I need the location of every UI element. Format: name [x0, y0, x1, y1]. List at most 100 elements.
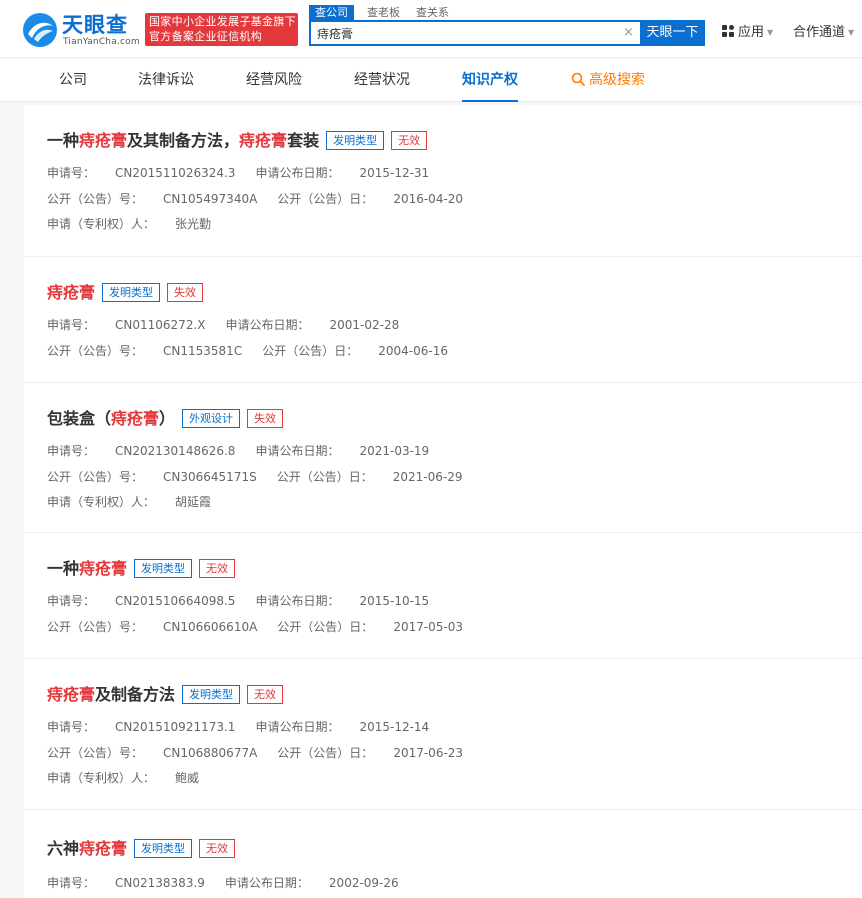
- pub-no: 公开（公告）号： CN306645171S: [47, 470, 257, 484]
- gov-badge: 国家中小企业发展子基金旗下 官方备案企业征信机构: [145, 13, 298, 46]
- patent-status-badge: 无效: [247, 685, 284, 704]
- applicant-name: 胡延霞: [175, 495, 212, 509]
- title-text: 包装盒（: [47, 409, 112, 428]
- patent-title[interactable]: 一种痔疮膏及其制备方法，痔疮膏套装 发明类型 无效: [47, 130, 428, 152]
- meta-row-applicant: 申请（专利权）人： 张光勤: [47, 217, 212, 231]
- partner-label: 合作通道: [793, 25, 846, 40]
- pub-date: 公开（公告）日： 2016-04-20: [277, 192, 464, 206]
- pub-no: 公开（公告）号： CN106606610A: [47, 620, 258, 634]
- patent-title[interactable]: 六神痔疮膏 发明类型 无效: [47, 838, 236, 860]
- patent-type-badge: 发明类型: [134, 559, 193, 578]
- title-text: ）: [159, 409, 176, 428]
- search-icon: [571, 72, 585, 86]
- title-keyword: 痔疮膏: [47, 283, 96, 302]
- logo-text: 天眼查: [62, 13, 128, 37]
- nav-advanced-label: 高级搜索: [589, 72, 645, 88]
- search-box: ×: [309, 20, 640, 46]
- app-no: 申请号： CN201511026324.3: [47, 166, 236, 180]
- nav-risk[interactable]: 经营风险: [246, 59, 302, 102]
- patent-status-badge: 失效: [167, 283, 204, 302]
- title-keyword: 痔疮膏: [79, 839, 128, 858]
- title-keyword: 痔疮膏: [79, 131, 128, 150]
- search-button[interactable]: 天眼一下: [640, 20, 705, 46]
- title-text: 一种: [47, 131, 80, 150]
- app-pub-date: 申请公布日期： 2001-02-28: [225, 318, 400, 332]
- app-pub-date: 申请公布日期： 2021-03-19: [255, 444, 430, 458]
- tab-search-relation[interactable]: 查关系: [416, 5, 449, 20]
- patent-title[interactable]: 痔疮膏 发明类型 失效: [47, 282, 204, 304]
- pub-date: 公开（公告）日： 2004-06-16: [262, 344, 448, 358]
- partner-menu[interactable]: 合作通道 ▼: [793, 24, 854, 42]
- title-text: 及其制备方法，: [127, 131, 240, 150]
- meta-row-application: 申请号： CN201510921173.1 申请公布日期： 2015-12-14: [47, 718, 429, 736]
- apps-menu[interactable]: 应用 ▼: [722, 24, 773, 42]
- patent-type-badge: 外观设计: [182, 409, 241, 428]
- app-no: 申请号： CN01106272.X: [47, 318, 206, 332]
- patent-title[interactable]: 痔疮膏及制备方法 发明类型 无效: [47, 684, 284, 706]
- meta-row-publication: 公开（公告）号： CN106606610A 公开（公告）日： 2017-05-03: [47, 618, 463, 636]
- title-keyword: 痔疮膏: [79, 559, 128, 578]
- main-nav: 公司 法律诉讼 经营风险 经营状况 知识产权 高级搜索: [0, 59, 862, 102]
- eye-logo-icon: [23, 13, 57, 47]
- applicant-name: 鲍威: [175, 771, 200, 785]
- pub-no: 公开（公告）号： CN106880677A: [47, 746, 258, 760]
- nav-legal[interactable]: 法律诉讼: [138, 59, 194, 102]
- patent-item: 一种痔疮膏 发明类型 无效 申请号： CN201510664098.5 申请公布日期： 2…: [24, 533, 862, 659]
- meta-row-application: 申请号： CN201511026324.3 申请公布日期： 2015-12-31: [47, 164, 429, 182]
- nav-company[interactable]: 公司: [59, 59, 87, 102]
- patent-title[interactable]: 包装盒（痔疮膏） 外观设计 失效: [47, 408, 284, 430]
- gov-badge-line1: 国家中小企业发展子基金旗下: [149, 15, 296, 28]
- title-keyword: 痔疮膏: [239, 131, 288, 150]
- app-pub-date: 申请公布日期： 2015-10-15: [255, 594, 430, 608]
- meta-row-application: 申请号： CN01106272.X 申请公布日期： 2001-02-28: [47, 316, 399, 334]
- patent-result-list: 一种痔疮膏及其制备方法，痔疮膏套装 发明类型 无效 申请号： CN2015110263…: [24, 105, 862, 898]
- tab-search-boss[interactable]: 查老板: [367, 5, 400, 20]
- app-pub-date: 申请公布日期： 2015-12-14: [255, 720, 430, 734]
- patent-item: 痔疮膏及制备方法 发明类型 无效 申请号： CN201510921173.1 申请公布日…: [24, 659, 862, 810]
- patent-status-badge: 无效: [199, 839, 236, 858]
- nav-advanced-search[interactable]: 高级搜索: [571, 59, 645, 102]
- patent-title[interactable]: 一种痔疮膏 发明类型 无效: [47, 558, 236, 580]
- pub-no: 公开（公告）号： CN1153581C: [47, 344, 243, 358]
- patent-status-badge: 无效: [199, 559, 236, 578]
- patent-type-badge: 发明类型: [102, 283, 161, 302]
- patent-type-badge: 发明类型: [326, 131, 385, 150]
- nav-operation[interactable]: 经营状况: [354, 59, 410, 102]
- pub-date: 公开（公告）日： 2017-06-23: [277, 746, 464, 760]
- app-pub-date: 申请公布日期： 2002-09-26: [224, 876, 399, 890]
- search-input[interactable]: [317, 24, 617, 43]
- clear-icon[interactable]: ×: [623, 25, 634, 41]
- top-header: 天眼查 TianYanCha.com 国家中小企业发展子基金旗下 官方备案企业征…: [0, 0, 862, 58]
- app-no: 申请号： CN201510921173.1: [47, 720, 236, 734]
- title-text: 六神: [47, 839, 80, 858]
- patent-item: 痔疮膏 发明类型 失效 申请号： CN01106272.X 申请公布日期： 2001-02…: [24, 257, 862, 383]
- apps-grid-icon: [722, 25, 734, 37]
- app-no: 申请号： CN202130148626.8: [47, 444, 236, 458]
- patent-type-badge: 发明类型: [182, 685, 241, 704]
- applicant-name: 张光勤: [175, 217, 212, 231]
- gov-badge-line2: 官方备案企业征信机构: [149, 29, 262, 43]
- pub-date: 公开（公告）日： 2021-06-29: [276, 470, 463, 484]
- app-pub-date: 申请公布日期： 2015-12-31: [255, 166, 430, 180]
- meta-row-publication: 公开（公告）号： CN105497340A 公开（公告）日： 2016-04-20: [47, 190, 463, 208]
- meta-row-publication: 公开（公告）号： CN1153581C 公开（公告）日： 2004-06-16: [47, 342, 448, 360]
- tab-search-company[interactable]: 查公司: [309, 5, 354, 20]
- meta-row-publication: 公开（公告）号： CN306645171S 公开（公告）日： 2021-06-29: [47, 468, 462, 486]
- pub-no: 公开（公告）号： CN105497340A: [47, 192, 258, 206]
- meta-row-application: 申请号： CN202130148626.8 申请公布日期： 2021-03-19: [47, 442, 429, 460]
- apps-label: 应用: [738, 25, 765, 40]
- chevron-down-icon: ▼: [767, 28, 774, 37]
- app-no: 申请号： CN201510664098.5: [47, 594, 236, 608]
- site-logo[interactable]: 天眼查 TianYanCha.com: [22, 12, 140, 48]
- patent-type-badge: 发明类型: [134, 839, 193, 858]
- meta-row-application: 申请号： CN201510664098.5 申请公布日期： 2015-10-15: [47, 592, 429, 610]
- pub-date: 公开（公告）日： 2017-05-03: [277, 620, 464, 634]
- patent-item: 六神痔疮膏 发明类型 无效 申请号： CN02138383.9 申请公布日期： 2002-…: [24, 810, 862, 898]
- nav-ip[interactable]: 知识产权: [462, 59, 518, 102]
- logo-domain: TianYanCha.com: [63, 37, 140, 47]
- title-text: 套装: [287, 131, 320, 150]
- patent-status-badge: 无效: [391, 131, 428, 150]
- title-keyword: 痔疮膏: [47, 685, 96, 704]
- meta-row-publication: 公开（公告）号： CN106880677A 公开（公告）日： 2017-06-23: [47, 744, 463, 762]
- patent-item: 包装盒（痔疮膏） 外观设计 失效 申请号： CN202130148626.8 申请公布日…: [24, 383, 862, 533]
